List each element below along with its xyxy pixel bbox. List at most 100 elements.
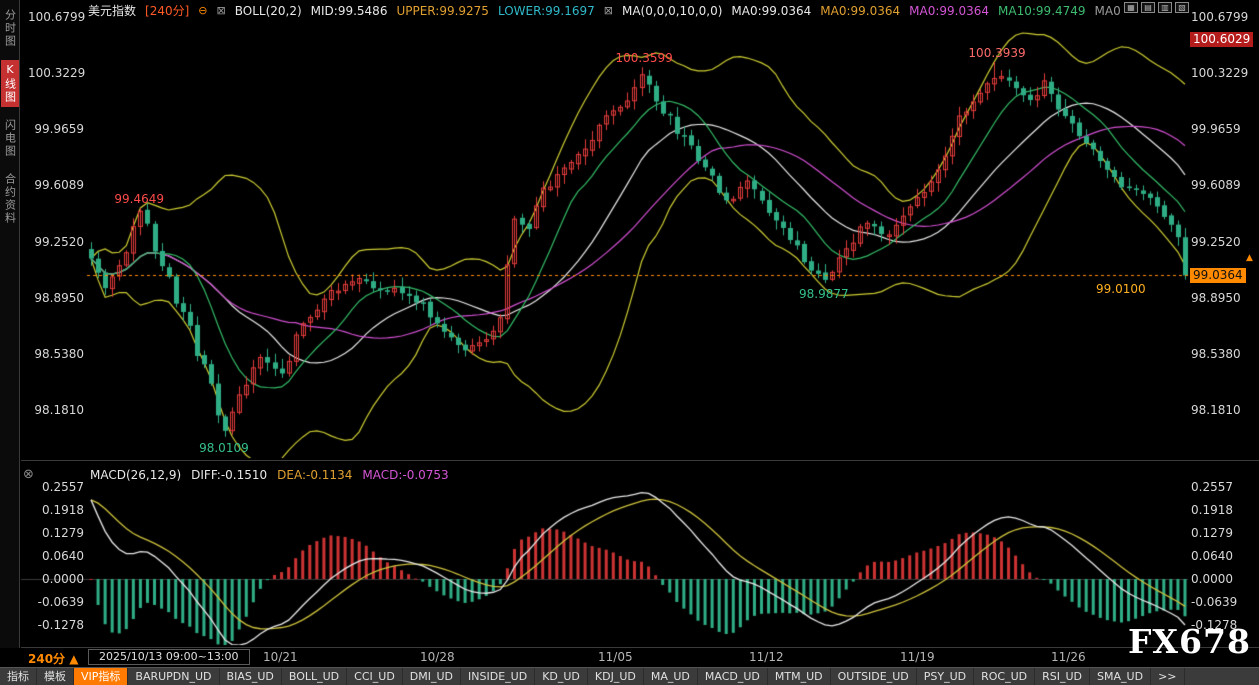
toolbar-item-mtm[interactable]: MTM_UD bbox=[768, 668, 831, 685]
zoom-out-icon[interactable]: ⊖ bbox=[198, 4, 207, 17]
toolbar-item-inside[interactable]: INSIDE_UD bbox=[461, 668, 535, 685]
price-axis-right-label: 98.5380 bbox=[1191, 347, 1255, 361]
remove-boll-icon[interactable]: ⊠ bbox=[217, 4, 226, 17]
sidebar-item-time-chart[interactable]: 分时图 bbox=[1, 6, 19, 51]
price-axis-left-label: 99.6089 bbox=[28, 178, 84, 192]
x-axis-label: 10/28 bbox=[420, 650, 455, 664]
price-axis-left-label: 99.9659 bbox=[28, 122, 84, 136]
symbol-title: 美元指数 bbox=[88, 2, 136, 19]
panel-separator bbox=[21, 460, 1259, 461]
price-annotation: 98.9877 bbox=[799, 287, 849, 301]
toolbar-item-dmi[interactable]: DMI_UD bbox=[403, 668, 461, 685]
boll-mid-value: MID:99.5486 bbox=[311, 4, 388, 18]
price-axis-left-label: 100.6799 bbox=[28, 10, 84, 24]
price-axis-right-label: 99.6089 bbox=[1191, 178, 1255, 192]
macd-axis-right-label: 0.2557 bbox=[1191, 480, 1255, 494]
toolbar-item-roc[interactable]: ROC_UD bbox=[974, 668, 1035, 685]
x-axis-label: 10/21 bbox=[263, 650, 298, 664]
window-layout-icons: ▦▤▥▧ bbox=[1124, 2, 1189, 13]
mixed-layout-icon[interactable]: ▧ bbox=[1175, 2, 1189, 13]
toolbar-item-outside[interactable]: OUTSIDE_UD bbox=[831, 668, 917, 685]
price-axis-left-label: 98.8950 bbox=[28, 291, 84, 305]
price-axis-left-label: 98.1810 bbox=[28, 403, 84, 417]
toolbar-item-kdj[interactable]: KDJ_UD bbox=[588, 668, 644, 685]
toolbar-item-more[interactable]: >> bbox=[1151, 668, 1184, 685]
toolbar-item-bias[interactable]: BIAS_UD bbox=[220, 668, 282, 685]
price-annotation: 98.0109 bbox=[199, 441, 249, 455]
fx678-watermark: FX678 bbox=[1128, 622, 1251, 661]
macd-axis-left-label: 0.0640 bbox=[28, 549, 84, 563]
close-indicator-icon[interactable]: ⊗ bbox=[23, 467, 34, 482]
ma0-value-3: MA0:99.0364 bbox=[909, 4, 989, 18]
session-high-badge: 100.6029 bbox=[1190, 32, 1253, 47]
macd-diff-value: DIFF:-0.1510 bbox=[191, 468, 267, 482]
toolbar-item-kd[interactable]: KD_UD bbox=[535, 668, 588, 685]
period-selector[interactable]: [240分] bbox=[145, 2, 189, 19]
boll-params-label: BOLL(20,2) bbox=[235, 4, 302, 18]
sidebar-item-flash-chart[interactable]: 闪电图 bbox=[1, 116, 19, 161]
toolbar-item-macd[interactable]: MACD_UD bbox=[698, 668, 768, 685]
toolbar-item-indicators[interactable]: 指标 bbox=[0, 668, 37, 685]
price-annotation: 100.3939 bbox=[968, 46, 1025, 60]
macd-macd-value: MACD:-0.0753 bbox=[362, 468, 448, 482]
price-annotation: 99.4649 bbox=[114, 192, 164, 206]
toolbar-item-psy[interactable]: PSY_UD bbox=[917, 668, 974, 685]
toolbar-item-templates[interactable]: 模板 bbox=[37, 668, 74, 685]
grid-layout-icon[interactable]: ▦ bbox=[1124, 2, 1138, 13]
chart-canvas[interactable] bbox=[0, 0, 1259, 685]
price-axis-left-label: 100.3229 bbox=[28, 66, 84, 80]
macd-axis-left-label: -0.1278 bbox=[28, 618, 84, 632]
price-axis-right-label: 98.8950 bbox=[1191, 291, 1255, 305]
price-up-arrow-icon: ▲ bbox=[1246, 253, 1253, 263]
ma-params-label: MA(0,0,0,10,0,0) bbox=[622, 4, 722, 18]
columns-layout-icon[interactable]: ▥ bbox=[1158, 2, 1172, 13]
price-annotation: 100.3599 bbox=[616, 51, 673, 65]
indicator-toolbar: 指标模板VIP指标BARUPDN_UDBIAS_UDBOLL_UDCCI_UDD… bbox=[0, 667, 1259, 685]
last-price-badge: 99.0364 bbox=[1190, 268, 1246, 283]
toolbar-item-sma[interactable]: SMA_UD bbox=[1090, 668, 1151, 685]
toolbar-item-cci[interactable]: CCI_UD bbox=[347, 668, 403, 685]
price-axis-right-label: 100.6799 bbox=[1191, 10, 1255, 24]
period-up-arrow-icon: ▲ bbox=[69, 652, 78, 666]
price-axis-right-label: 99.9659 bbox=[1191, 122, 1255, 136]
rows-layout-icon[interactable]: ▤ bbox=[1141, 2, 1155, 13]
ma0-value-2: MA0:99.0364 bbox=[820, 4, 900, 18]
macd-axis-right-label: -0.0639 bbox=[1191, 595, 1255, 609]
ma0-value-1: MA0:99.0364 bbox=[731, 4, 811, 18]
period-badge-label: 240分 bbox=[28, 652, 65, 666]
x-axis-label: 11/05 bbox=[598, 650, 633, 664]
macd-axis-right-label: 0.0640 bbox=[1191, 549, 1255, 563]
period-badge[interactable]: 240分 ▲ bbox=[28, 650, 78, 667]
toolbar-item-barupdn[interactable]: BARUPDN_UD bbox=[128, 668, 219, 685]
x-axis-label: 11/12 bbox=[749, 650, 784, 664]
price-axis-left-label: 99.2520 bbox=[28, 235, 84, 249]
price-axis-right-label: 100.3229 bbox=[1191, 66, 1255, 80]
remove-ma-icon[interactable]: ⊠ bbox=[604, 4, 613, 17]
boll-upper-value: UPPER:99.9275 bbox=[396, 4, 488, 18]
toolbar-item-boll[interactable]: BOLL_UD bbox=[282, 668, 347, 685]
boll-lower-value: LOWER:99.1697 bbox=[498, 4, 595, 18]
macd-axis-left-label: 0.2557 bbox=[28, 480, 84, 494]
left-sidebar: 分时图 K线图闪电图合约资料 bbox=[0, 0, 20, 648]
time-axis-row: 240分 ▲ 2025/10/13 09:00~13:00 10/21 10/28… bbox=[0, 648, 1259, 667]
toolbar-item-ma[interactable]: MA_UD bbox=[644, 668, 698, 685]
macd-header: MACD(26,12,9) DIFF:-0.1510 DEA:-0.1134 M… bbox=[90, 468, 449, 482]
x-axis-label: 11/19 bbox=[900, 650, 935, 664]
toolbar-item-vip-indicators[interactable]: VIP指标 bbox=[74, 668, 128, 685]
chart-header: 美元指数 [240分] ⊖ ⊠ BOLL(20,2) MID:99.5486 U… bbox=[88, 2, 1120, 19]
ma0-value-4: MA0:9 bbox=[1095, 4, 1120, 18]
macd-params-label: MACD(26,12,9) bbox=[90, 468, 181, 482]
macd-axis-left-label: 0.0000 bbox=[28, 572, 84, 586]
price-annotation: 99.0100 bbox=[1096, 282, 1146, 296]
sidebar-item-candle-chart[interactable]: K线图 bbox=[1, 60, 19, 107]
price-axis-right-label: 98.1810 bbox=[1191, 403, 1255, 417]
macd-axis-right-label: 0.0000 bbox=[1191, 572, 1255, 586]
sidebar-item-contract-info[interactable]: 合约资料 bbox=[1, 170, 19, 228]
macd-axis-left-label: 0.1279 bbox=[28, 526, 84, 540]
price-axis-left-label: 98.5380 bbox=[28, 347, 84, 361]
ma10-value: MA10:99.4749 bbox=[998, 4, 1086, 18]
visible-range-box: 2025/10/13 09:00~13:00 bbox=[88, 649, 250, 665]
x-axis-label: 11/26 bbox=[1051, 650, 1086, 664]
macd-axis-left-label: 0.1918 bbox=[28, 503, 84, 517]
toolbar-item-rsi[interactable]: RSI_UD bbox=[1035, 668, 1090, 685]
